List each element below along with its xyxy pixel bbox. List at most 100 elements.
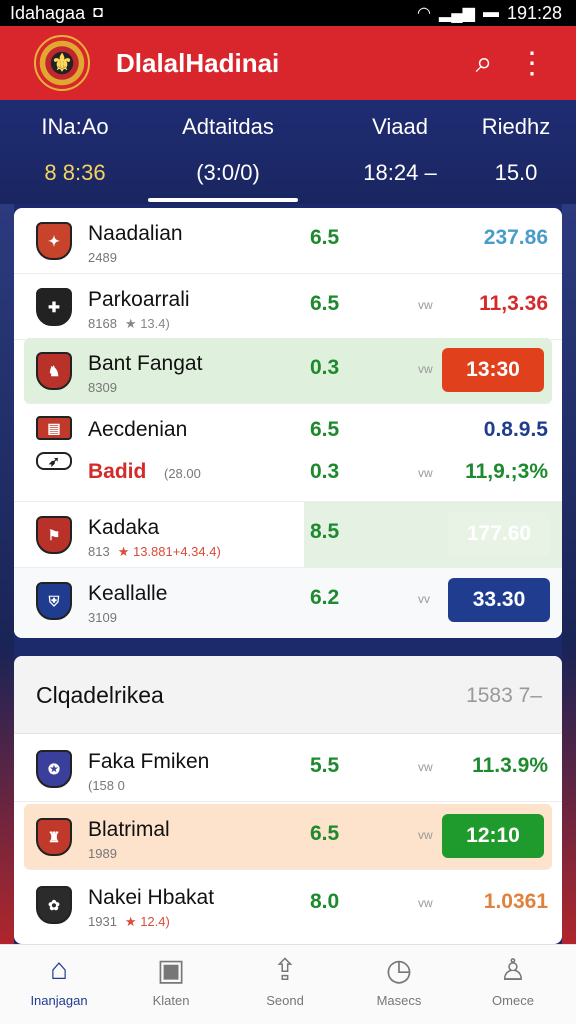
list-item[interactable]: ▤ ➶ Aecdenian Badid (28.00 6.5 0.3 vw 0.… — [14, 406, 562, 502]
tab-value: 8 8:36 — [44, 160, 106, 185]
list-item[interactable]: ✚ Parkoarrali 8168 ★ 13.4) 6.5 vw 11,3.36 — [14, 274, 562, 340]
search-icon[interactable]: ⌕ — [460, 46, 508, 80]
notification-icon: ◘ — [93, 4, 103, 21]
stadium-background-right — [562, 204, 576, 944]
tab-3[interactable]: Riedhz 15.0 — [466, 100, 566, 204]
nav-label: Klaten — [152, 993, 190, 1008]
team-sub: (28.00 — [164, 466, 201, 481]
team-badge-icon: ✪ — [36, 750, 72, 788]
odds-value: 8.0 — [310, 890, 340, 913]
team-name: Aecdenian — [88, 418, 188, 441]
tab-0[interactable]: INa:Ao 8 8:36 — [20, 100, 130, 204]
team-name: Blatrimal — [88, 818, 170, 841]
bottom-navigation: ⌂ Inanjagan ▣ Klaten ⇪ Seond ◷ Masecs ♙ … — [0, 944, 576, 1024]
vw-label: vw — [418, 466, 433, 480]
odds-value: 6.5 — [310, 292, 340, 315]
logo-glyph: ⚜ — [51, 49, 73, 77]
list-item[interactable]: ⚑ Kadaka 813 ★ 13.881+4.34.4) 8.5 177.60 — [14, 502, 562, 568]
vw-label: vw — [418, 760, 433, 774]
team-badge-icon: ▤ — [36, 416, 72, 440]
team-sub: 3109 — [88, 610, 117, 625]
price-value-secondary: 11,9.;3% — [465, 460, 548, 483]
share-icon: ⇪ — [272, 954, 298, 987]
team-badge-icon: ✿ — [36, 886, 72, 924]
price-value: 11,3.36 — [479, 292, 548, 315]
nav-list[interactable]: ▣ Klaten — [116, 953, 226, 1008]
tab-label: Riedhz — [481, 114, 551, 139]
list-item[interactable]: ✪ Faka Fmiken (158 0 5.5 vw 11.3.9% — [14, 736, 562, 802]
team-name: Faka Fmiken — [88, 750, 210, 773]
price-value: 11.3.9% — [472, 754, 548, 777]
signal-icon: ▂▄▆ — [438, 5, 475, 22]
team-rating: ★ 13.881+4.34.4) — [117, 544, 221, 559]
app-title: DlalalHadinai — [116, 47, 280, 78]
price-pill[interactable]: 177.60 — [448, 512, 550, 556]
team-rating: ★ 13.4) — [124, 316, 170, 331]
status-bar: Idahagaa ◘ ◠ ▂▄▆ ▬ 191:28 — [0, 0, 576, 26]
stadium-background-left — [0, 204, 14, 944]
team-name: Nakei Hbakat — [88, 886, 215, 909]
vw-label: vw — [418, 896, 433, 910]
team-name: Parkoarrali — [88, 288, 190, 311]
team-sub: 1989 — [88, 846, 117, 861]
team-name: Naadalian — [88, 222, 183, 245]
team-rating: ★ 12.4) — [124, 914, 170, 929]
nav-profile[interactable]: ♙ Omece — [458, 953, 568, 1008]
list-item[interactable]: ✦ Naadalian 2489 6.5 237.86 — [14, 208, 562, 274]
card-header[interactable]: Clqadelrikea 1583 7– — [14, 656, 562, 734]
nav-label: Inanjagan — [30, 993, 88, 1008]
active-tab-indicator — [148, 198, 298, 202]
tab-value: (3:0/0) — [196, 160, 260, 185]
nav-timer[interactable]: ◷ Masecs — [344, 953, 454, 1008]
tab-2[interactable]: Viaad 18:24 – — [340, 100, 460, 204]
vw-label: vw — [418, 362, 433, 376]
odds-value: 6.5 — [310, 418, 340, 441]
clock-icon: ◷ — [385, 954, 413, 987]
price-pill[interactable]: 33.30 — [448, 578, 550, 622]
list-item[interactable]: ✿ Nakei Hbakat 1931 ★ 12.4) 8.0 vw 1.0361 — [14, 872, 562, 944]
team-badge-icon: ⛨ — [36, 582, 72, 620]
price-pill[interactable]: 13:30 — [442, 348, 544, 392]
team-badge-icon: ♜ — [36, 818, 72, 856]
odds-value: 5.5 — [310, 754, 340, 777]
odds-value: 8.5 — [310, 520, 340, 543]
app-bar: ⚜ DlalalHadinai ⌕ ⋮ — [0, 26, 576, 100]
tab-1[interactable]: Adtaitdas (3:0/0) — [160, 100, 296, 204]
team-code: 8168 — [88, 316, 117, 331]
team-badge-icon: ✦ — [36, 222, 72, 260]
team-name-secondary: Badid — [88, 460, 147, 483]
team-badge-icon: ✚ — [36, 288, 72, 326]
list-item[interactable]: ⛨ Keallalle 3109 6.2 vv 33.30 — [14, 568, 562, 638]
odds-value-secondary: 0.3 — [310, 460, 340, 483]
list-item[interactable]: ♜ Blatrimal 1989 6.5 vw 12:10 — [24, 804, 552, 870]
list-item[interactable]: ♞ Bant Fangat 8309 0.3 vw 13:30 — [24, 338, 552, 404]
status-time: 191:28 — [506, 2, 562, 23]
club-logo: ⚜ — [34, 35, 90, 91]
tab-value: 18:24 – — [363, 160, 437, 185]
tab-label: INa:Ao — [41, 114, 109, 139]
standings-card: ✦ Naadalian 2489 6.5 237.86 ✚ Parkoarral… — [14, 208, 562, 638]
home-icon: ⌂ — [49, 953, 69, 986]
team-sub: 8168 ★ 13.4) — [88, 316, 170, 332]
price-value: 237.86 — [483, 226, 548, 249]
price-value: 0.8.9.5 — [483, 418, 548, 441]
team-code: 3109 — [88, 610, 117, 625]
more-menu-icon[interactable]: ⋮ — [508, 46, 556, 81]
team-code: 8309 — [88, 380, 117, 395]
price-pill[interactable]: 12:10 — [442, 814, 544, 858]
team-sub: 813 ★ 13.881+4.34.4) — [88, 544, 221, 560]
team-badge-icon: ➶ — [36, 452, 72, 470]
wifi-icon: ◠ — [417, 5, 431, 22]
odds-value: 6.5 — [310, 226, 340, 249]
nav-label: Seond — [266, 993, 304, 1008]
nav-share[interactable]: ⇪ Seond — [230, 953, 340, 1008]
nav-home[interactable]: ⌂ Inanjagan — [4, 953, 114, 1008]
status-app-name: Idahagaa — [10, 2, 86, 23]
team-code: 2489 — [88, 250, 117, 265]
team-name: Keallalle — [88, 582, 168, 605]
league-card: Clqadelrikea 1583 7– ✪ Faka Fmiken (158 … — [14, 656, 562, 944]
card-header-value: 1583 7– — [466, 684, 542, 707]
price-value: 1.0361 — [483, 890, 548, 913]
nav-label: Omece — [492, 993, 534, 1008]
card-title: Clqadelrikea — [36, 682, 164, 708]
